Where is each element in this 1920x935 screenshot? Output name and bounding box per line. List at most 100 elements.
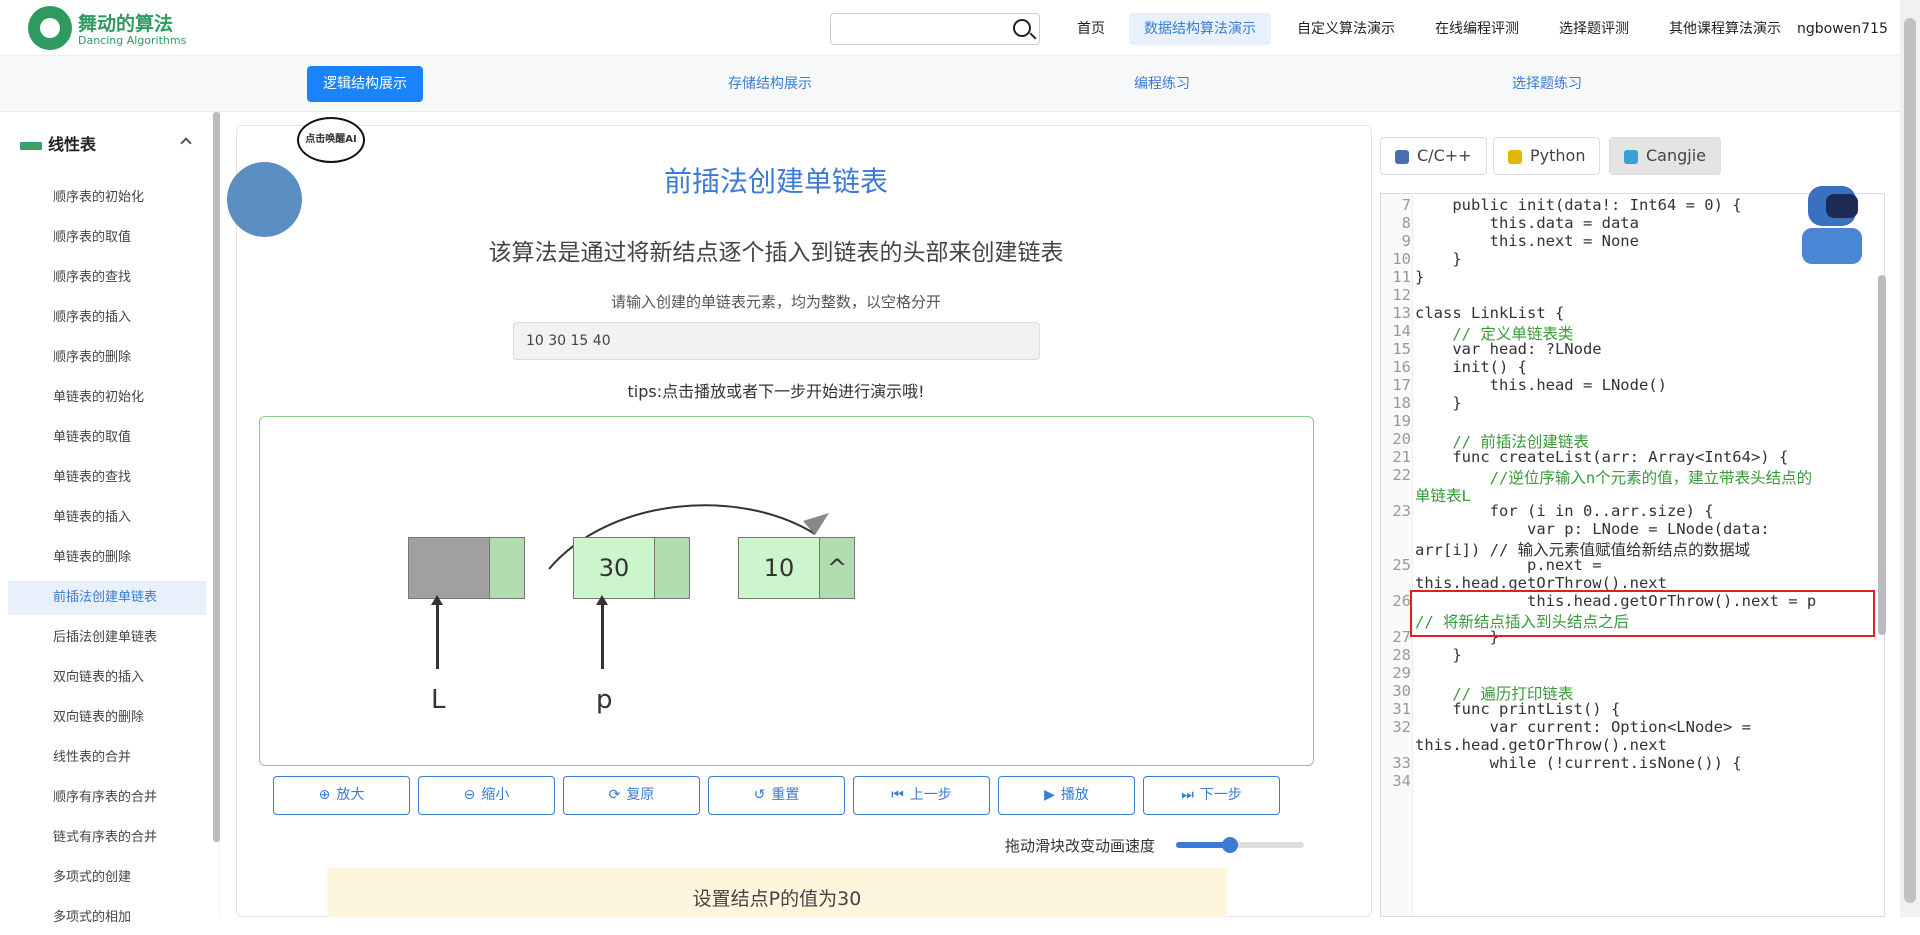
line-number: 25 (1392, 556, 1411, 574)
lang-button-c[interactable]: C/C++ (1380, 137, 1487, 175)
code-line: this.head.getOrThrow().next (1415, 736, 1667, 754)
line-number: 30 (1392, 682, 1411, 700)
sidebar-item[interactable]: 单链表的查找 (8, 461, 206, 495)
control-button[interactable]: ▶ 播放 (998, 776, 1135, 815)
control-button[interactable]: ⟳ 复原 (563, 776, 700, 815)
line-number: 20 (1392, 430, 1411, 448)
tab-programming-practice[interactable]: 编程练习 (1122, 66, 1202, 102)
lang-button-cangjie[interactable]: Cangjie (1609, 137, 1722, 175)
control-label: 缩小 (481, 787, 510, 803)
line-number: 23 (1392, 502, 1411, 520)
nav-home[interactable]: 首页 (1062, 13, 1120, 45)
control-button[interactable]: ⊖ 缩小 (418, 776, 555, 815)
line-number: 17 (1392, 376, 1411, 394)
list-node-p: 30 (573, 537, 690, 599)
play-icon: ▶ (1044, 787, 1055, 803)
code-line: this.next = None (1415, 232, 1639, 250)
algorithm-description: 该算法是通过将新结点逐个插入到链表的头部来创建链表 (488, 240, 1064, 266)
ai-robot-icon[interactable] (1798, 186, 1866, 266)
top-navbar: 舞动的算法 Dancing Algorithms 首页 数据结构算法演示 自定义… (0, 0, 1900, 56)
line-number: 29 (1392, 664, 1411, 682)
code-line: var current: Option<LNode> = (1415, 718, 1751, 736)
sidebar-item[interactable]: 前插法创建单链表 (8, 581, 206, 615)
ai-wake-bubble[interactable]: 点击唤醒AI (297, 117, 365, 163)
cangjie-icon (1624, 149, 1638, 164)
line-number: 7 (1401, 196, 1411, 214)
speed-label: 拖动滑块改变动画速度 (1005, 837, 1156, 855)
line-number: 19 (1392, 412, 1411, 430)
sidebar-item[interactable]: 线性表的合并 (8, 741, 206, 775)
line-number: 9 (1401, 232, 1411, 250)
sidebar-item[interactable]: 顺序表的初始化 (8, 181, 206, 215)
sidebar-item[interactable]: 多项式的相加 (8, 901, 206, 935)
code-line: p.next = (1415, 556, 1602, 574)
sidebar-section-linear-list[interactable]: 线性表 (20, 132, 96, 158)
sidebar-item[interactable]: 单链表的删除 (8, 541, 206, 575)
speed-slider[interactable] (1176, 837, 1304, 853)
brand-name[interactable]: 舞动的算法 (78, 9, 173, 36)
control-label: 复原 (626, 787, 655, 803)
code-line: //逆位序输入n个元素的值，建立带表头结点的 (1415, 469, 1813, 487)
node-next-cell: ^ (819, 538, 854, 598)
nav-quiz[interactable]: 选择题评测 (1544, 13, 1644, 45)
nav-online-judge[interactable]: 在线编程评测 (1420, 13, 1534, 45)
tips-text: tips:点击播放或者下一步开始进行演示哦! (627, 382, 925, 401)
input-prompt: 请输入创建的单链表元素，均为整数，以空格分开 (610, 293, 941, 311)
tab-quiz-practice[interactable]: 选择题练习 (1505, 66, 1589, 102)
zoom-out-icon: ⊖ (463, 787, 476, 803)
control-label: 重置 (771, 787, 800, 803)
control-button[interactable]: ⏮ 上一步 (853, 776, 990, 815)
user-name[interactable]: ngbowen715 (1797, 13, 1888, 45)
sidebar-scrollbar[interactable] (213, 112, 220, 842)
sidebar-item[interactable]: 双向链表的删除 (8, 701, 206, 735)
robot-face (1826, 194, 1858, 218)
code-line: var head: ?LNode (1415, 340, 1602, 358)
python-icon (1508, 149, 1522, 164)
nav-other-courses[interactable]: 其他课程算法演示 (1654, 13, 1796, 45)
lang-button-python[interactable]: Python (1493, 137, 1601, 175)
sidebar-item[interactable]: 顺序表的插入 (8, 301, 206, 335)
sidebar-item[interactable]: 单链表的初始化 (8, 381, 206, 415)
sidebar-item[interactable]: 后插法创建单链表 (8, 621, 206, 655)
line-number: 15 (1392, 340, 1411, 358)
list-icon (20, 141, 42, 150)
sidebar-item[interactable]: 双向链表的插入 (8, 661, 206, 695)
control-button[interactable]: ⊕ 放大 (273, 776, 410, 815)
code-scrollbar[interactable] (1878, 275, 1886, 635)
sidebar-item[interactable]: 顺序表的查找 (8, 261, 206, 295)
line-number: 28 (1392, 646, 1411, 664)
elements-input[interactable]: 10 30 15 40 (513, 322, 1040, 360)
visualization-canvas[interactable]: 30 10 ^ L p (259, 416, 1314, 766)
node-data-cell: 10 (739, 538, 819, 598)
code-line: while (!current.isNone()) { (1415, 754, 1742, 772)
control-button[interactable]: ⏭ 下一步 (1143, 776, 1280, 815)
sidebar-item[interactable]: 顺序表的取值 (8, 221, 206, 255)
logo-icon[interactable] (28, 6, 72, 50)
sidebar-item[interactable]: 单链表的取值 (8, 421, 206, 455)
pointer-line-p (596, 595, 608, 669)
control-label: 播放 (1060, 787, 1089, 803)
brand-subtitle: Dancing Algorithms (78, 34, 187, 47)
page-title: 前插法创建单链表 (663, 165, 888, 198)
sidebar-item[interactable]: 顺序表的删除 (8, 341, 206, 375)
step-forward-icon: ⏭ (1181, 787, 1194, 803)
code-editor[interactable]: 7 public init(data!: Int64 = 0) {8 this.… (1380, 193, 1885, 917)
sidebar-item[interactable]: 顺序有序表的合并 (8, 781, 206, 815)
code-line: this.data = data (1415, 214, 1639, 232)
sidebar-item[interactable]: 单链表的插入 (8, 501, 206, 535)
nav-ds-demo[interactable]: 数据结构算法演示 (1129, 13, 1271, 45)
page-scrollbar-thumb[interactable] (1904, 18, 1916, 903)
search-icon[interactable] (1013, 19, 1031, 37)
pointer-label-L: L (431, 685, 446, 715)
control-button[interactable]: ↺ 重置 (708, 776, 845, 815)
tab-storage-structure[interactable]: 存储结构展示 (710, 66, 830, 102)
sidebar-item[interactable]: 链式有序表的合并 (8, 821, 206, 855)
search-input[interactable] (830, 13, 1040, 45)
control-label: 放大 (336, 787, 365, 803)
nav-custom-demo[interactable]: 自定义算法演示 (1282, 13, 1410, 45)
node-data-cell (409, 538, 489, 598)
sidebar-item[interactable]: 多项式的创建 (8, 861, 206, 895)
tab-logical-structure[interactable]: 逻辑结构展示 (307, 66, 423, 102)
slider-knob[interactable] (1221, 837, 1238, 853)
chevron-up-icon[interactable] (180, 137, 192, 149)
